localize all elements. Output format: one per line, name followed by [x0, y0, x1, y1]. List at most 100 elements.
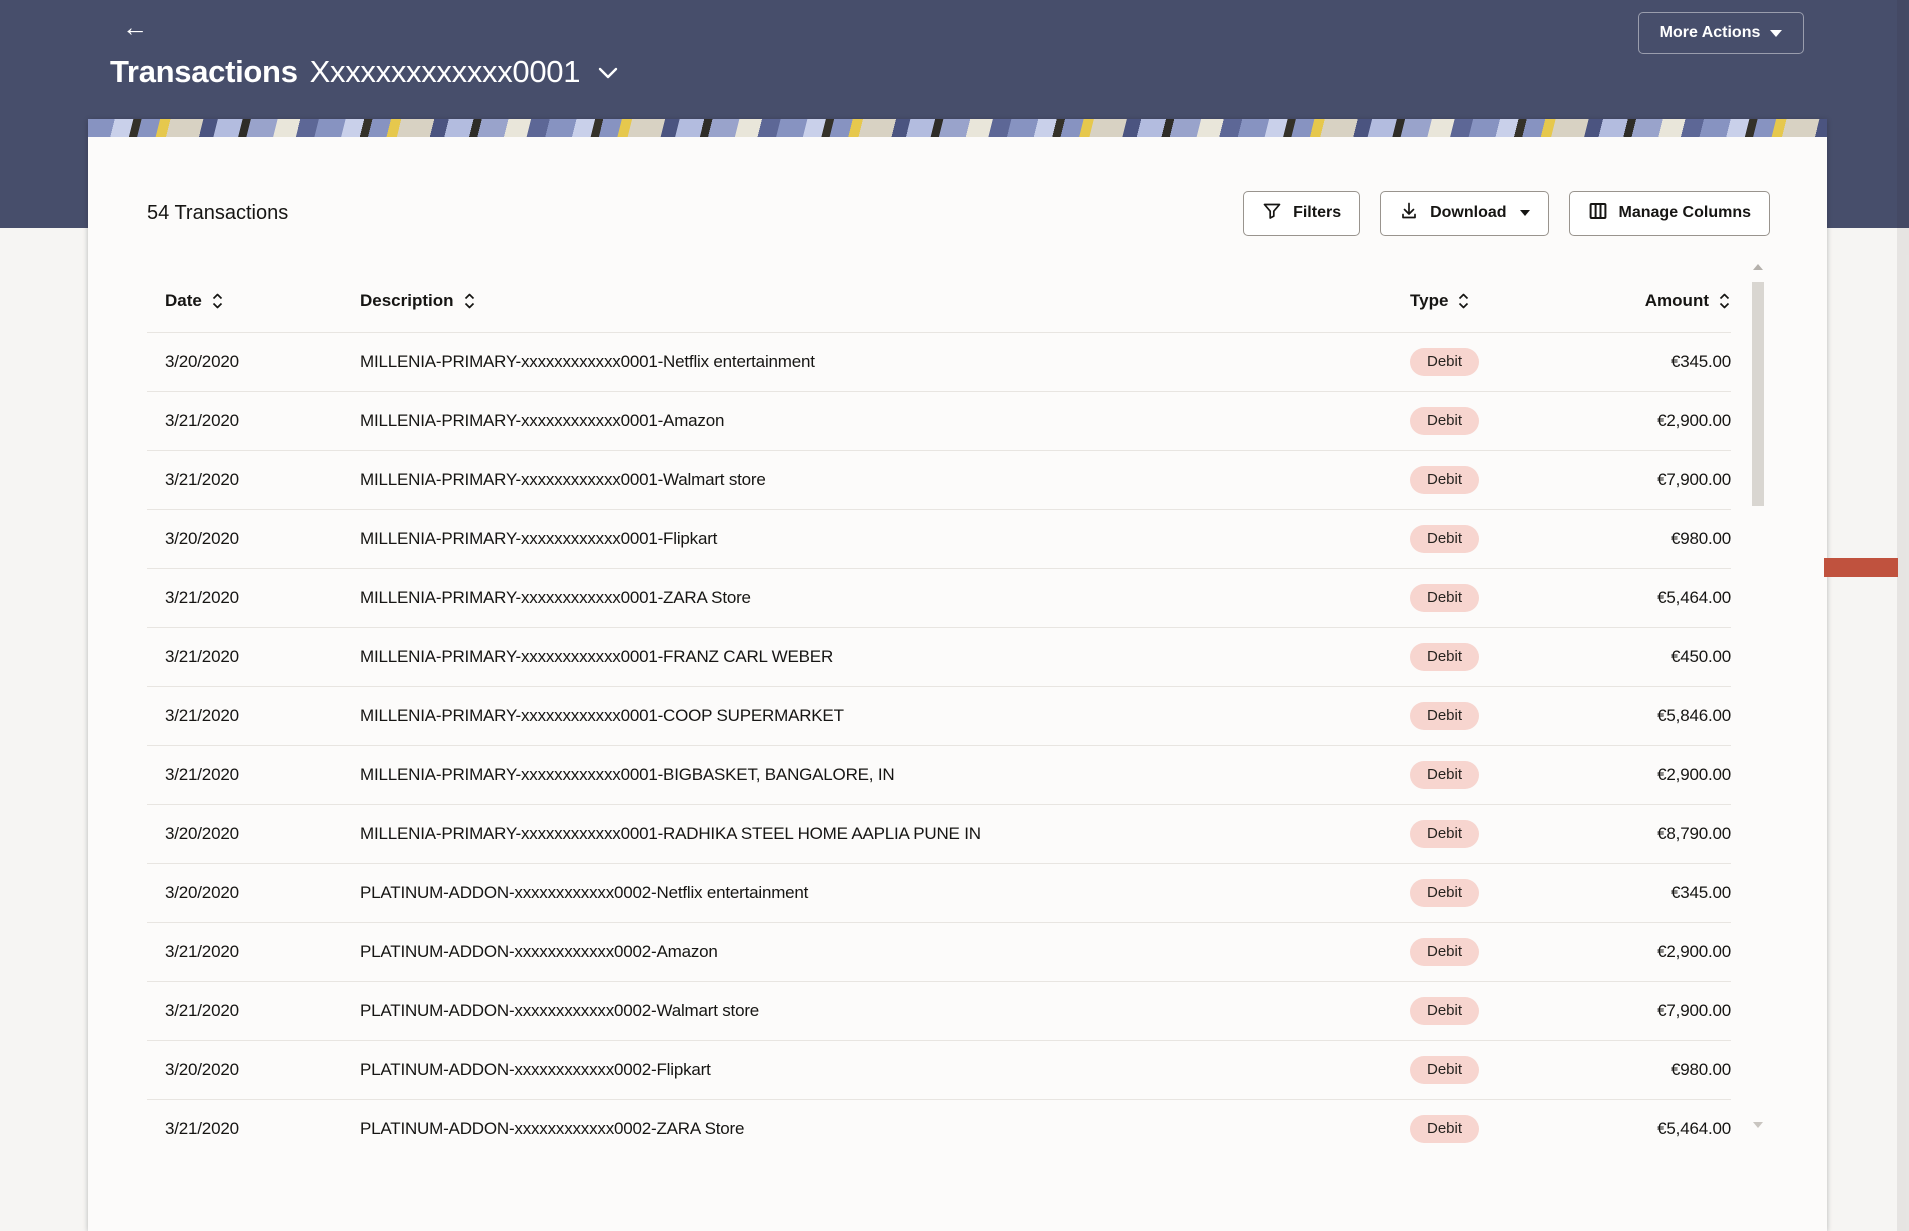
transaction-description: PLATINUM-ADDON-xxxxxxxxxxxx0002-Amazon — [360, 942, 718, 961]
type-badge: Debit — [1410, 525, 1480, 553]
caret-down-icon — [1519, 210, 1530, 216]
transaction-type-cell: Debit — [1410, 525, 1630, 553]
table-toolbar: 54 Transactions Filters Download Manage … — [147, 190, 1770, 236]
table-row[interactable]: 3/21/2020 MILLENIA-PRIMARY-xxxxxxxxxxxx0… — [147, 745, 1731, 804]
sort-icon[interactable] — [463, 292, 476, 310]
table-row[interactable]: 3/21/2020 MILLENIA-PRIMARY-xxxxxxxxxxxx0… — [147, 627, 1731, 686]
page-scrollbar-track[interactable] — [1897, 0, 1909, 1231]
transaction-date: 3/20/2020 — [165, 824, 239, 843]
transaction-type-cell: Debit — [1410, 584, 1630, 612]
transaction-type-cell: Debit — [1410, 643, 1630, 671]
transaction-description: MILLENIA-PRIMARY-xxxxxxxxxxxx0001-Flipka… — [360, 529, 718, 548]
transaction-description: MILLENIA-PRIMARY-xxxxxxxxxxxx0001-Walmar… — [360, 470, 766, 489]
transaction-amount: €2,900.00 — [1657, 411, 1731, 430]
transaction-amount: €5,846.00 — [1657, 706, 1731, 725]
page-title: Transactions Xxxxxxxxxxxxx0001 — [110, 54, 618, 90]
table-row[interactable]: 3/21/2020 MILLENIA-PRIMARY-xxxxxxxxxxxx0… — [147, 391, 1731, 450]
transaction-amount: €450.00 — [1670, 647, 1731, 666]
transaction-type-cell: Debit — [1410, 1115, 1630, 1143]
table-row[interactable]: 3/21/2020 PLATINUM-ADDON-xxxxxxxxxxxx000… — [147, 1099, 1731, 1158]
table-row[interactable]: 3/20/2020 MILLENIA-PRIMARY-xxxxxxxxxxxx0… — [147, 509, 1731, 568]
transaction-amount: €345.00 — [1670, 883, 1731, 902]
transactions-table: Date Description Type Amount 3/20/2020 M… — [147, 269, 1731, 1158]
table-row[interactable]: 3/20/2020 MILLENIA-PRIMARY-xxxxxxxxxxxx0… — [147, 332, 1731, 391]
column-header-type[interactable]: Type — [1410, 291, 1630, 311]
table-row[interactable]: 3/20/2020 PLATINUM-ADDON-xxxxxxxxxxxx000… — [147, 1040, 1731, 1099]
sort-icon[interactable] — [1718, 292, 1731, 310]
type-header-label: Type — [1410, 290, 1449, 310]
transaction-amount: €980.00 — [1670, 1060, 1731, 1079]
transaction-type-cell: Debit — [1410, 1056, 1630, 1084]
amount-header-label: Amount — [1644, 290, 1709, 310]
transaction-amount: €5,464.00 — [1657, 588, 1731, 607]
transaction-description: MILLENIA-PRIMARY-xxxxxxxxxxxx0001-BIGBAS… — [360, 765, 895, 784]
decorative-banner-strip — [88, 119, 1827, 137]
transaction-amount: €2,900.00 — [1657, 942, 1731, 961]
type-badge: Debit — [1410, 584, 1480, 612]
transaction-date: 3/20/2020 — [165, 883, 239, 902]
table-row[interactable]: 3/21/2020 MILLENIA-PRIMARY-xxxxxxxxxxxx0… — [147, 686, 1731, 745]
type-badge: Debit — [1410, 702, 1480, 730]
sort-icon[interactable] — [211, 292, 224, 310]
scroll-up-arrow-icon[interactable] — [1753, 264, 1763, 270]
transaction-date: 3/21/2020 — [165, 647, 239, 666]
caret-down-icon — [1770, 29, 1783, 37]
transaction-amount: €8,790.00 — [1657, 824, 1731, 843]
filters-label: Filters — [1293, 204, 1342, 221]
account-mask: Xxxxxxxxxxxxx0001 — [309, 54, 581, 89]
transaction-date: 3/21/2020 — [165, 1001, 239, 1020]
transaction-type-cell: Debit — [1410, 761, 1630, 789]
manage-columns-button[interactable]: Manage Columns — [1568, 190, 1770, 236]
account-switch-chevron-icon[interactable] — [598, 66, 618, 84]
download-icon — [1399, 201, 1419, 226]
table-row[interactable]: 3/21/2020 MILLENIA-PRIMARY-xxxxxxxxxxxx0… — [147, 568, 1731, 627]
scroll-down-arrow-icon[interactable] — [1753, 1122, 1763, 1128]
download-button[interactable]: Download — [1380, 190, 1549, 236]
column-header-date[interactable]: Date — [165, 291, 360, 311]
table-row[interactable]: 3/20/2020 PLATINUM-ADDON-xxxxxxxxxxxx000… — [147, 863, 1731, 922]
table-row[interactable]: 3/21/2020 PLATINUM-ADDON-xxxxxxxxxxxx000… — [147, 922, 1731, 981]
transaction-date: 3/20/2020 — [165, 1060, 239, 1079]
table-header-row: Date Description Type Amount — [147, 269, 1731, 332]
table-row[interactable]: 3/21/2020 MILLENIA-PRIMARY-xxxxxxxxxxxx0… — [147, 450, 1731, 509]
filters-button[interactable]: Filters — [1243, 190, 1361, 236]
transaction-date: 3/21/2020 — [165, 765, 239, 784]
table-scrollbar[interactable] — [1752, 264, 1764, 1154]
sort-icon[interactable] — [1457, 292, 1470, 310]
page-title-text: Transactions — [110, 54, 298, 89]
table-body: 3/20/2020 MILLENIA-PRIMARY-xxxxxxxxxxxx0… — [147, 332, 1731, 1158]
type-badge: Debit — [1410, 466, 1480, 494]
type-badge: Debit — [1410, 938, 1480, 966]
transaction-type-cell: Debit — [1410, 879, 1630, 907]
filter-funnel-icon — [1262, 201, 1282, 226]
column-header-amount[interactable]: Amount — [1630, 291, 1731, 311]
manage-columns-label: Manage Columns — [1618, 204, 1751, 221]
transaction-type-cell: Debit — [1410, 466, 1630, 494]
transaction-date: 3/21/2020 — [165, 470, 239, 489]
transaction-description: MILLENIA-PRIMARY-xxxxxxxxxxxx0001-Netfli… — [360, 352, 815, 371]
transaction-date: 3/21/2020 — [165, 942, 239, 961]
transaction-date: 3/21/2020 — [165, 1119, 239, 1138]
transaction-type-cell: Debit — [1410, 938, 1630, 966]
page-scroll-marker[interactable] — [1824, 558, 1898, 577]
transaction-amount: €345.00 — [1670, 352, 1731, 371]
transaction-description: PLATINUM-ADDON-xxxxxxxxxxxx0002-Walmart … — [360, 1001, 760, 1020]
toolbar-buttons: Filters Download Manage Columns — [1243, 190, 1770, 236]
transaction-type-cell: Debit — [1410, 348, 1630, 376]
transaction-amount: €7,900.00 — [1657, 470, 1731, 489]
transaction-description: PLATINUM-ADDON-xxxxxxxxxxxx0002-Netflix … — [360, 883, 809, 902]
type-badge: Debit — [1410, 820, 1480, 848]
transactions-card: 54 Transactions Filters Download Manage … — [88, 119, 1827, 1231]
table-row[interactable]: 3/20/2020 MILLENIA-PRIMARY-xxxxxxxxxxxx0… — [147, 804, 1731, 863]
table-scrollbar-thumb[interactable] — [1752, 282, 1764, 506]
type-badge: Debit — [1410, 761, 1480, 789]
column-header-description[interactable]: Description — [360, 291, 1410, 311]
transaction-amount: €5,464.00 — [1657, 1119, 1731, 1138]
table-row[interactable]: 3/21/2020 PLATINUM-ADDON-xxxxxxxxxxxx000… — [147, 981, 1731, 1040]
transaction-description: MILLENIA-PRIMARY-xxxxxxxxxxxx0001-RADHIK… — [360, 824, 981, 843]
more-actions-button[interactable]: More Actions — [1638, 12, 1804, 54]
transaction-type-cell: Debit — [1410, 820, 1630, 848]
back-arrow-icon[interactable]: ← — [122, 14, 148, 40]
type-badge: Debit — [1410, 643, 1480, 671]
transaction-date: 3/21/2020 — [165, 411, 239, 430]
